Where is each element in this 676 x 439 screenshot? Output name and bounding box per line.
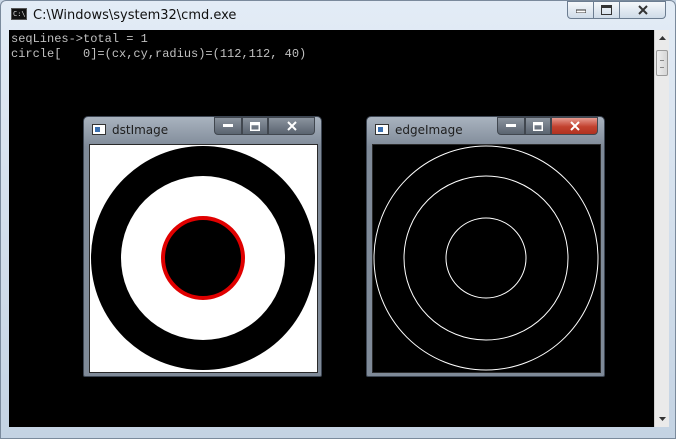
maximize-button[interactable] bbox=[593, 1, 620, 19]
console-line: circle[ 0]=(cx,cy,radius)=(112,112, 40) bbox=[11, 47, 307, 61]
image-window-icon bbox=[375, 124, 389, 135]
minimize-icon bbox=[223, 124, 233, 127]
edge-minimize-button[interactable] bbox=[497, 117, 525, 135]
minimize-icon bbox=[575, 9, 586, 13]
vertical-scrollbar[interactable] bbox=[654, 30, 669, 427]
window-bottom-frame bbox=[1, 427, 675, 438]
edge-close-button[interactable] bbox=[551, 117, 598, 135]
edge-image-canvas bbox=[372, 144, 601, 373]
minimize-icon bbox=[506, 124, 516, 127]
minimize-button[interactable] bbox=[567, 1, 594, 19]
chevron-down-icon bbox=[658, 417, 666, 421]
dst-image bbox=[90, 145, 317, 372]
maximize-icon bbox=[533, 121, 543, 131]
console-titlebar[interactable]: C:\ C:\Windows\system32\cmd.exe bbox=[1, 1, 675, 29]
edge-image-window[interactable]: edgeImage bbox=[366, 116, 605, 377]
dst-image-canvas bbox=[89, 144, 318, 373]
scroll-down-button[interactable] bbox=[655, 411, 669, 427]
close-icon bbox=[637, 5, 648, 15]
console-title: C:\Windows\system32\cmd.exe bbox=[33, 8, 237, 23]
close-icon bbox=[569, 121, 580, 131]
scroll-up-button[interactable] bbox=[655, 30, 669, 46]
close-button[interactable] bbox=[619, 1, 666, 19]
edge-image bbox=[373, 145, 600, 372]
edge-image-title: edgeImage bbox=[395, 123, 463, 137]
scroll-thumb[interactable] bbox=[656, 50, 668, 76]
dst-image-window[interactable]: dstImage bbox=[83, 116, 322, 377]
image-window-icon bbox=[92, 124, 106, 135]
dst-maximize-button[interactable] bbox=[242, 117, 268, 135]
maximize-icon bbox=[250, 121, 260, 131]
console-line: seqLines->total = 1 bbox=[11, 32, 148, 46]
dst-close-button[interactable] bbox=[268, 117, 315, 135]
maximize-icon bbox=[601, 5, 612, 15]
chevron-up-icon bbox=[658, 36, 666, 40]
cmd-icon: C:\ bbox=[11, 8, 27, 20]
edge-maximize-button[interactable] bbox=[525, 117, 551, 135]
dst-image-title: dstImage bbox=[112, 123, 169, 137]
dst-minimize-button[interactable] bbox=[214, 117, 242, 135]
close-icon bbox=[286, 121, 297, 131]
